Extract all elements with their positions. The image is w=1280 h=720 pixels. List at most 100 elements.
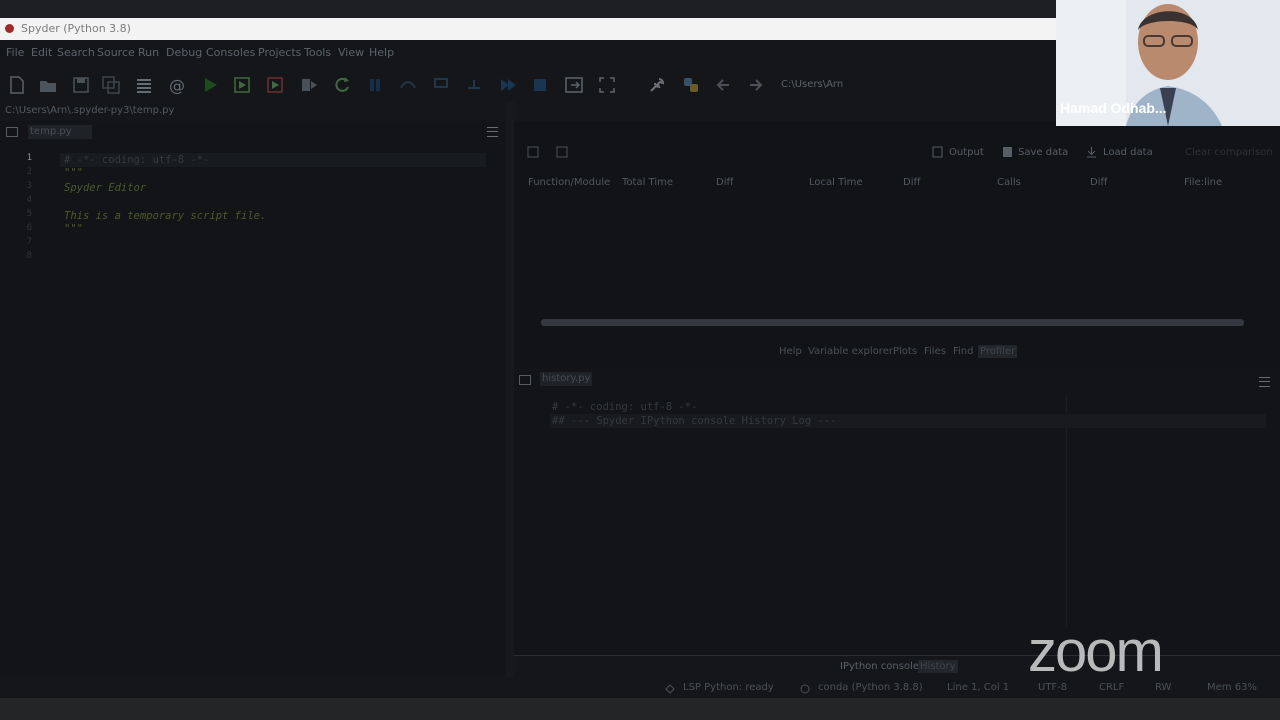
line-number: 8 xyxy=(26,251,32,261)
cursor-position: Line 1, Col 1 xyxy=(947,682,1010,693)
tab-files[interactable]: Files xyxy=(922,345,948,358)
maximize-pane-icon[interactable] xyxy=(563,74,585,96)
svg-text:@: @ xyxy=(169,76,185,95)
editor-pane xyxy=(0,121,506,676)
save-data-icon xyxy=(1002,146,1013,158)
list-icon[interactable] xyxy=(133,74,155,96)
forward-arrow-icon[interactable] xyxy=(744,74,766,96)
editor-tab-temp[interactable]: temp.py xyxy=(28,125,92,139)
line-number: 3 xyxy=(26,181,32,191)
pane-splitter[interactable] xyxy=(506,102,514,678)
tab-ipython-console[interactable]: IPython console xyxy=(838,660,921,673)
menu-source[interactable]: Source xyxy=(97,46,135,59)
clear-comparison-button[interactable]: Clear comparison xyxy=(1185,147,1273,158)
column-header[interactable]: Diff xyxy=(716,177,733,188)
code-line[interactable]: """ xyxy=(64,167,83,179)
run-icon[interactable] xyxy=(199,74,221,96)
debug-step-return-icon[interactable] xyxy=(463,74,485,96)
conda-environment[interactable]: conda (Python 3.8.8) xyxy=(818,682,923,693)
history-line[interactable]: ## --- Spyder IPython console History Lo… xyxy=(552,415,836,427)
menu-file[interactable]: File xyxy=(6,46,24,59)
fullscreen-icon[interactable] xyxy=(596,74,618,96)
debug-stop-icon[interactable] xyxy=(529,74,551,96)
tab-help[interactable]: Help xyxy=(777,345,804,358)
column-header[interactable]: File:line xyxy=(1184,177,1222,188)
history-tab[interactable]: history.py xyxy=(540,372,592,386)
memory-usage: Mem 63% xyxy=(1207,682,1257,693)
column-header[interactable]: Function/Module xyxy=(528,177,610,188)
output-button[interactable]: Output xyxy=(949,147,984,158)
browse-tabs-icon[interactable] xyxy=(519,375,531,385)
column-header[interactable]: Total Time xyxy=(622,177,673,188)
line-number: 7 xyxy=(26,237,32,247)
menu-bar: File Edit Search Source Run Debug Consol… xyxy=(0,44,1056,62)
expand-all-icon[interactable] xyxy=(527,146,539,158)
tab-profiler[interactable]: Profiler xyxy=(978,345,1018,358)
preferences-wrench-icon[interactable] xyxy=(646,74,668,96)
line-number: 5 xyxy=(26,209,32,219)
at-symbol-icon[interactable]: @ xyxy=(166,74,188,96)
run-cell-icon[interactable] xyxy=(231,74,253,96)
main-toolbar: @ xyxy=(0,68,1056,102)
code-line[interactable]: This is a temporary script file. xyxy=(64,210,266,222)
debug-continue-icon[interactable] xyxy=(496,74,518,96)
output-icon xyxy=(932,146,943,158)
menu-consoles[interactable]: Consoles xyxy=(206,46,255,59)
menu-run[interactable]: Run xyxy=(138,46,159,59)
line-number: 1 xyxy=(26,153,32,163)
tab-history[interactable]: History xyxy=(918,660,958,673)
history-line[interactable]: # -*- coding: utf-8 -*- xyxy=(552,401,697,413)
column-header[interactable]: Local Time xyxy=(809,177,863,188)
debug-step-icon[interactable] xyxy=(397,74,419,96)
line-number: 6 xyxy=(26,223,32,233)
window-title: Spyder (Python 3.8) xyxy=(21,22,131,35)
spyder-app-icon xyxy=(5,24,14,33)
code-line[interactable]: Spyder Editor xyxy=(64,182,146,194)
line-number: 4 xyxy=(26,195,32,205)
back-arrow-icon[interactable] xyxy=(713,74,735,96)
collapse-all-icon[interactable] xyxy=(556,146,568,158)
browse-tabs-icon[interactable] xyxy=(6,127,18,137)
conda-env-icon xyxy=(800,684,810,694)
menu-help[interactable]: Help xyxy=(369,46,394,59)
history-divider xyxy=(1066,394,1067,626)
column-header[interactable]: Calls xyxy=(997,177,1021,188)
menu-edit[interactable]: Edit xyxy=(31,46,52,59)
python-path-icon[interactable] xyxy=(680,74,702,96)
debug-icon[interactable] xyxy=(364,74,386,96)
run-selection-icon[interactable] xyxy=(298,74,320,96)
editor-options-menu-icon[interactable] xyxy=(487,127,498,137)
rerun-icon[interactable] xyxy=(331,74,353,96)
tab-plots[interactable]: Plots xyxy=(891,345,919,358)
code-line[interactable]: """ xyxy=(64,223,83,235)
profiler-pane xyxy=(514,121,1280,369)
line-number: 2 xyxy=(26,167,32,177)
save-all-icon[interactable] xyxy=(100,74,122,96)
tab-variable-explorer[interactable]: Variable explorer xyxy=(806,345,895,358)
load-data-button[interactable]: Load data xyxy=(1103,147,1153,158)
code-line[interactable]: # -*- coding: utf-8 -*- xyxy=(64,154,209,166)
title-bar: Spyder (Python 3.8) xyxy=(0,18,1056,40)
column-header[interactable]: Diff xyxy=(1090,177,1107,188)
column-header[interactable]: Diff xyxy=(903,177,920,188)
menu-search[interactable]: Search xyxy=(57,46,95,59)
history-options-menu-icon[interactable] xyxy=(1259,377,1270,387)
open-folder-icon[interactable] xyxy=(37,74,59,96)
run-cell-advance-icon[interactable] xyxy=(264,74,286,96)
zoom-logo: zoom xyxy=(1028,619,1164,684)
new-file-icon[interactable] xyxy=(6,74,28,96)
menu-projects[interactable]: Projects xyxy=(258,46,301,59)
save-data-button[interactable]: Save data xyxy=(1018,147,1068,158)
participant-name: Hamad Odhab... xyxy=(1060,100,1167,116)
debug-step-into-icon[interactable] xyxy=(430,74,452,96)
menu-tools[interactable]: Tools xyxy=(304,46,331,59)
save-icon[interactable] xyxy=(70,74,92,96)
working-directory[interactable]: C:\Users\Arn xyxy=(781,79,843,90)
horizontal-scrollbar[interactable] xyxy=(541,319,1244,326)
load-data-icon xyxy=(1086,146,1097,158)
bottom-tab-divider xyxy=(514,655,1280,656)
bottom-strip xyxy=(0,698,1280,720)
tab-find[interactable]: Find xyxy=(951,345,976,358)
menu-debug[interactable]: Debug xyxy=(166,46,202,59)
menu-view[interactable]: View xyxy=(338,46,364,59)
